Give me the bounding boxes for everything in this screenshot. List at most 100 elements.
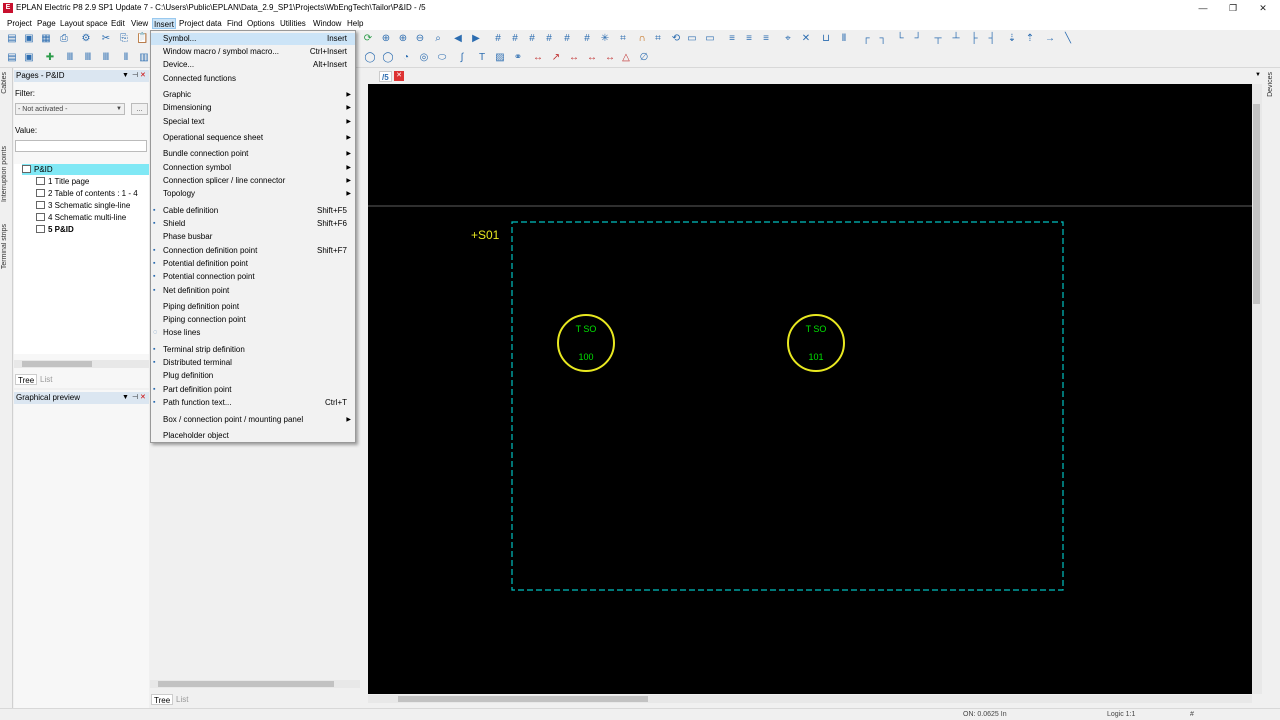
- insert-menu-item[interactable]: Bundle connection point ▶: [151, 148, 355, 160]
- dim-b-icon[interactable]: ↗: [550, 52, 562, 64]
- page-tab[interactable]: /5: [379, 71, 392, 82]
- panel-pin-icon[interactable]: ⊣: [132, 70, 138, 82]
- menu-view[interactable]: View: [130, 18, 149, 29]
- minimize-button[interactable]: —: [1188, 2, 1218, 14]
- arrow-down-icon[interactable]: ⇣: [1006, 33, 1018, 45]
- refresh-icon[interactable]: ⟳: [362, 33, 374, 45]
- insert-menu-item[interactable]: Connected functions: [151, 73, 355, 85]
- magnet-icon[interactable]: ∩: [636, 33, 648, 45]
- instrument-symbol[interactable]: T SO 100: [557, 314, 615, 372]
- forward-icon[interactable]: ▶: [470, 33, 482, 45]
- tab-list[interactable]: List: [174, 694, 190, 705]
- grid-b-icon[interactable]: #: [509, 33, 521, 45]
- print-icon[interactable]: ⎙: [58, 33, 70, 45]
- side-tab-terminal-strips[interactable]: Terminal strips: [1, 224, 8, 269]
- tree-item-page-4[interactable]: 4 Schematic multi-line: [36, 212, 126, 223]
- insert-menu-item[interactable]: Placeholder object: [151, 430, 355, 442]
- menu-find[interactable]: Find: [226, 18, 244, 29]
- panel-pin-icon[interactable]: ⊣: [132, 392, 138, 404]
- panel-menu-icon[interactable]: ▼: [122, 70, 129, 82]
- insert-menu-item[interactable]: Piping definition point: [151, 301, 355, 313]
- tee-c-icon[interactable]: ├: [968, 33, 980, 45]
- grid-e-icon[interactable]: #: [561, 33, 573, 45]
- rotate-icon[interactable]: ⟲: [670, 33, 682, 45]
- rect-icon[interactable]: ▭: [704, 33, 716, 45]
- insert-menu-item[interactable]: Piping connection point: [151, 314, 355, 326]
- panel-close-icon[interactable]: ✕: [140, 392, 146, 404]
- image-icon[interactable]: ▨: [494, 52, 506, 64]
- text-tool-icon[interactable]: Ⅱ: [838, 33, 850, 45]
- canvas-hscrollbar-thumb[interactable]: [398, 696, 648, 702]
- plus-icon[interactable]: ✚: [44, 52, 56, 64]
- insert-menu-item[interactable]: Window macro / symbol macro... Ctrl+Inser…: [151, 46, 355, 58]
- column-d-icon[interactable]: Ⅱ: [120, 52, 132, 64]
- new-project-icon[interactable]: ▤: [6, 33, 18, 45]
- corner-d-icon[interactable]: ┘: [912, 33, 924, 45]
- dim-e-icon[interactable]: ↔: [604, 52, 616, 64]
- snap-grid-icon[interactable]: #: [581, 33, 593, 45]
- panel-menu-icon[interactable]: ▼: [122, 392, 129, 404]
- pages-icon[interactable]: ▥: [138, 52, 150, 64]
- grid-d-icon[interactable]: #: [543, 33, 555, 45]
- menu-help[interactable]: Help: [346, 18, 364, 29]
- snap-object-icon[interactable]: ✳: [599, 33, 611, 45]
- page-icon[interactable]: ▦: [40, 33, 52, 45]
- menu-edit[interactable]: Edit: [110, 18, 126, 29]
- tee-d-icon[interactable]: ┤: [986, 33, 998, 45]
- insert-menu-item[interactable]: ▪ Connection definition point Shift+F7: [151, 245, 355, 257]
- arrow-right-icon[interactable]: →: [1044, 33, 1056, 45]
- grid-toggle-icon[interactable]: ⌗: [617, 33, 629, 45]
- copy-icon[interactable]: ⎘: [118, 33, 130, 45]
- column-b-icon[interactable]: Ⅲ: [82, 52, 94, 64]
- insert-menu-item[interactable]: ▪ Shield Shift+F6: [151, 218, 355, 230]
- menu-layout-space[interactable]: Layout space: [59, 18, 109, 29]
- insert-menu-item[interactable]: Phase busbar: [151, 231, 355, 243]
- panel-close-icon[interactable]: ✕: [140, 70, 146, 82]
- tree-item-project[interactable]: P&ID: [22, 164, 149, 175]
- insert-menu-item[interactable]: Special text ▶: [151, 116, 355, 128]
- insert-menu-item[interactable]: Topology ▶: [151, 188, 355, 200]
- target-icon[interactable]: ⌖: [782, 33, 794, 45]
- value-input[interactable]: [15, 140, 147, 152]
- side-tab-devices[interactable]: Devices: [1267, 72, 1274, 97]
- insert-menu-item[interactable]: Dimensioning ▶: [151, 102, 355, 114]
- arc-icon[interactable]: ◔: [400, 52, 412, 64]
- panel-scrollbar-thumb[interactable]: [158, 681, 334, 687]
- circle-b-icon[interactable]: ◯: [382, 52, 394, 64]
- page-nav-icon[interactable]: ▣: [23, 52, 35, 64]
- menu-project-data[interactable]: Project data: [178, 18, 223, 29]
- tree-scrollbar[interactable]: [14, 360, 149, 368]
- grid-c-icon[interactable]: #: [526, 33, 538, 45]
- circle-c-icon[interactable]: ◎: [418, 52, 430, 64]
- tee-b-icon[interactable]: ┴: [950, 33, 962, 45]
- insert-menu-item[interactable]: Device... Alt+Insert: [151, 59, 355, 71]
- insert-menu-item[interactable]: ▪ Net definition point: [151, 285, 355, 297]
- open-project-icon[interactable]: ▣: [23, 33, 35, 45]
- menu-project[interactable]: Project: [6, 18, 33, 29]
- tab-tree[interactable]: Tree: [151, 694, 174, 705]
- menu-utilities[interactable]: Utilities: [279, 18, 307, 29]
- filter-select[interactable]: - Not activated - ▼: [15, 103, 125, 115]
- tree-scrollbar-thumb[interactable]: [22, 361, 92, 367]
- canvas-hscrollbar[interactable]: [368, 695, 1252, 703]
- lines-a-icon[interactable]: ≡: [726, 33, 738, 45]
- zoom-out-icon[interactable]: ⊖: [414, 33, 426, 45]
- canvas-vscrollbar-thumb[interactable]: [1253, 104, 1260, 304]
- menu-window[interactable]: Window: [312, 18, 342, 29]
- insert-menu-item[interactable]: Box / connection point / mounting panel ▶: [151, 414, 355, 426]
- tree-item-page-1[interactable]: 1 Title page: [36, 176, 89, 187]
- insert-menu-item[interactable]: Symbol... Insert: [151, 33, 355, 45]
- menu-insert[interactable]: Insert: [152, 18, 177, 29]
- frame-icon[interactable]: ▭: [686, 33, 698, 45]
- tab-list-chevron-icon[interactable]: ▼: [1255, 72, 1261, 78]
- tee-a-icon[interactable]: ┬: [932, 33, 944, 45]
- insert-menu-item[interactable]: Connection splicer / line connector ▶: [151, 175, 355, 187]
- restore-button[interactable]: ❐: [1218, 2, 1248, 14]
- side-tab-cables[interactable]: Cables: [1, 72, 8, 94]
- filter-more-button[interactable]: ...: [131, 103, 148, 115]
- cart-icon[interactable]: ⊔: [820, 33, 832, 45]
- lines-c-icon[interactable]: ≡: [760, 33, 772, 45]
- column-a-icon[interactable]: Ⅲ: [64, 52, 76, 64]
- dim-a-icon[interactable]: ↔: [532, 52, 544, 64]
- tab-list[interactable]: List: [38, 374, 54, 385]
